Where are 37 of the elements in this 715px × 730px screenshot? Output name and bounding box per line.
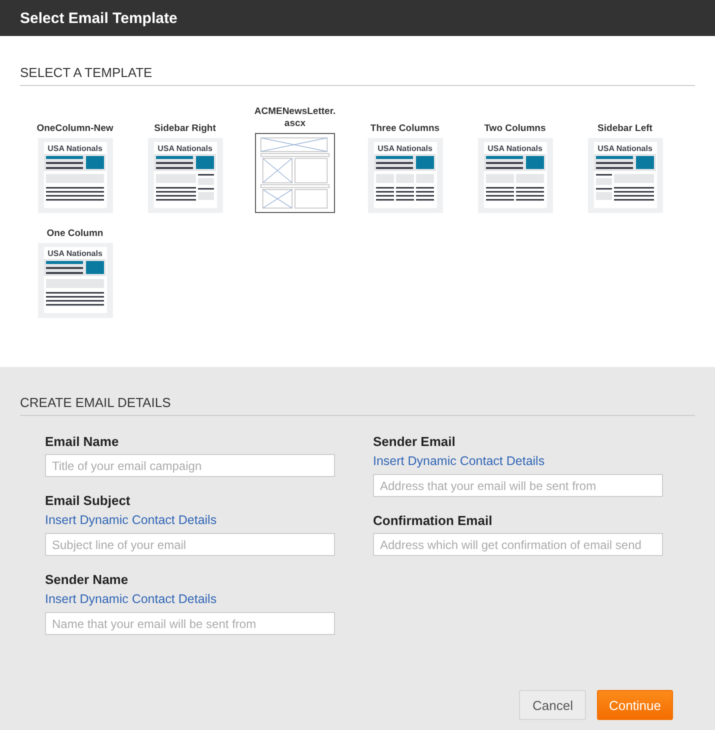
thumbnail-heading: USA Nationals bbox=[48, 248, 102, 259]
field-label: Confirmation Email bbox=[373, 513, 494, 529]
input-field[interactable]: Address which will get confirmation of email send bbox=[373, 533, 663, 556]
field-label: Sender Email bbox=[373, 434, 456, 450]
template-label: OneColumn-New bbox=[36, 123, 114, 135]
template-label: Sidebar Right bbox=[153, 123, 217, 135]
thumbnail-heading: USA Nationals bbox=[488, 143, 542, 154]
insert-details-link[interactable]: Insert Dynamic Contact Details bbox=[45, 513, 217, 528]
insert-details-link[interactable]: Insert Dynamic Contact Details bbox=[373, 454, 545, 469]
template-thumbnail[interactable]: USA Nationals bbox=[368, 138, 442, 213]
template-label: ACMENewsLetter.ascx bbox=[254, 106, 336, 130]
thumbnail-heading: USA Nationals bbox=[598, 143, 652, 154]
thumbnail-heading: USA Nationals bbox=[378, 143, 432, 154]
field-label: Email Name bbox=[45, 434, 120, 450]
template-label: Sidebar Left bbox=[596, 123, 654, 135]
thumbnail-heading: USA Nationals bbox=[48, 143, 102, 154]
field-label: Email Subject bbox=[45, 493, 132, 509]
placeholder-layout-drawing[interactable] bbox=[255, 133, 335, 213]
cancel-button[interactable]: Cancel bbox=[519, 690, 586, 720]
input-field[interactable]: Subject line of your email bbox=[45, 533, 335, 556]
section-title: SELECT A TEMPLATE bbox=[20, 65, 152, 80]
template-label: Three Columns bbox=[369, 123, 441, 135]
template-thumbnail[interactable]: USA Nationals bbox=[588, 138, 662, 213]
window-title: Select Email Template bbox=[0, 0, 715, 36]
template-thumbnail[interactable]: USA Nationals bbox=[38, 138, 112, 213]
template-label: One Column bbox=[46, 228, 104, 240]
thumbnail-heading: USA Nationals bbox=[158, 143, 212, 154]
template-label: Two Columns bbox=[483, 123, 547, 135]
section-title: CREATE EMAIL DETAILS bbox=[20, 395, 171, 410]
template-thumbnail[interactable]: USA Nationals bbox=[38, 243, 112, 318]
input-field[interactable]: Name that your email will be sent from bbox=[45, 612, 335, 635]
input-field[interactable]: Title of your email campaign bbox=[45, 454, 335, 477]
template-thumbnail[interactable]: USA Nationals bbox=[478, 138, 552, 213]
input-field[interactable]: Address that your email will be sent from bbox=[373, 474, 663, 497]
insert-details-link[interactable]: Insert Dynamic Contact Details bbox=[45, 592, 217, 607]
template-thumbnail[interactable]: USA Nationals bbox=[148, 138, 222, 213]
field-label: Sender Name bbox=[45, 572, 130, 588]
